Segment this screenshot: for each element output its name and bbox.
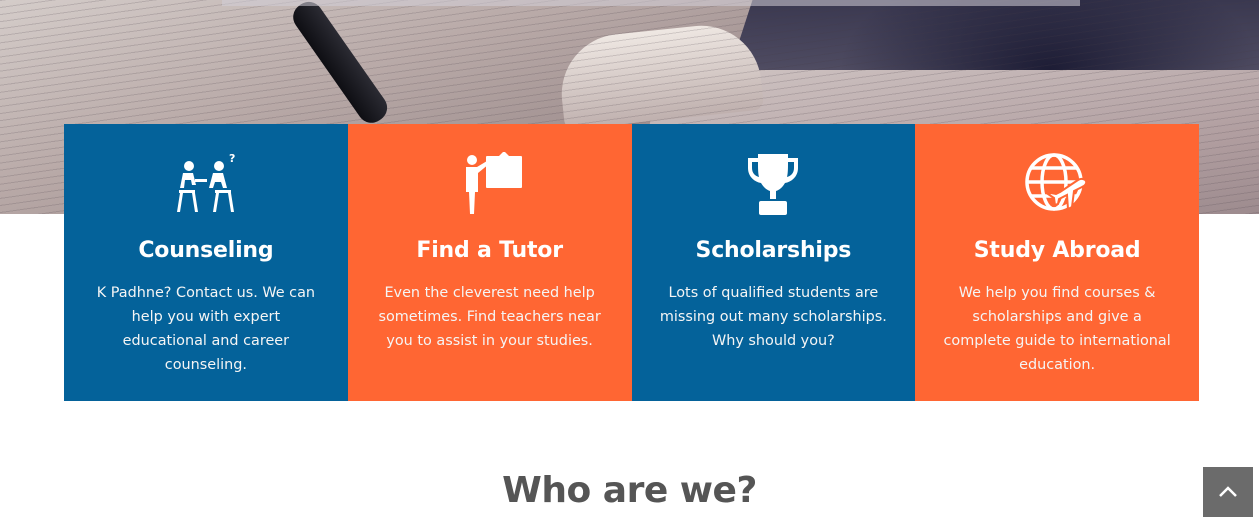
trophy-icon	[748, 154, 799, 215]
service-card-scholarships[interactable]: Scholarships Lots of qualified students …	[631, 124, 916, 401]
service-description: We help you find courses & scholarships …	[943, 285, 1171, 373]
globe-plane-icon	[1025, 153, 1088, 211]
service-title: Counseling	[138, 238, 274, 263]
service-description: Lots of qualified students are missing o…	[659, 285, 887, 349]
service-title: Study Abroad	[973, 238, 1141, 263]
service-description: Even the cleverest need help sometimes. …	[378, 285, 601, 349]
who-are-we-heading: Who are we?	[502, 470, 757, 511]
service-title: Find a Tutor	[416, 238, 563, 263]
tutor-icon	[465, 152, 522, 214]
chevron-up-icon	[1219, 486, 1237, 497]
service-card-study-abroad[interactable]: Study Abroad We help you find courses & …	[915, 124, 1199, 401]
svg-text:?: ?	[229, 152, 235, 165]
service-description: K Padhne? Contact us. We can help you wi…	[96, 285, 316, 373]
hero-top-bar	[222, 0, 1080, 6]
service-title: Scholarships	[695, 238, 852, 263]
service-card-counseling[interactable]: ? Counseling K Padhne? Contact us. We ca…	[64, 124, 348, 401]
counseling-icon: ?	[176, 152, 235, 212]
service-card-find-a-tutor[interactable]: Find a Tutor Even the cleverest need hel…	[347, 124, 632, 401]
services-section: ? Counseling K Padhne? Contact us. We ca…	[64, 124, 1199, 401]
scroll-to-top-button[interactable]	[1203, 467, 1253, 517]
